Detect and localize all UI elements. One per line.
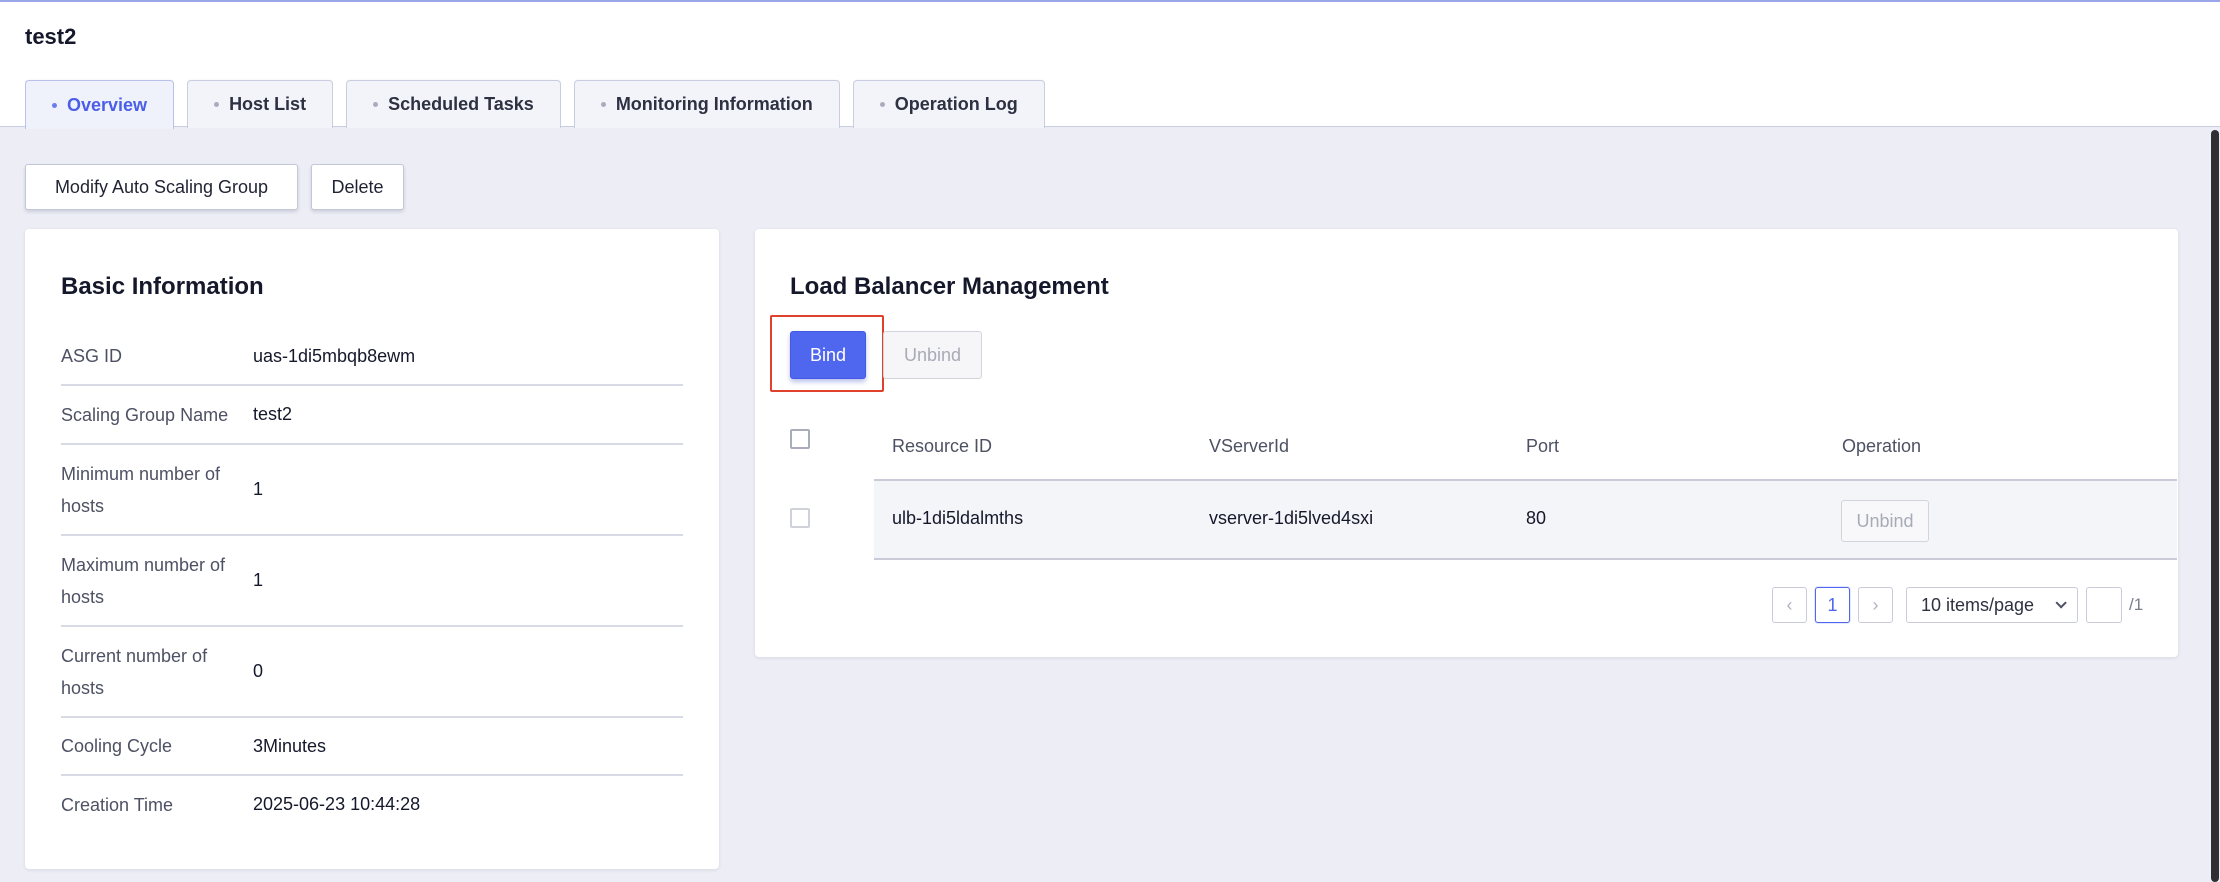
chevron-left-icon[interactable]: ‹ (1772, 587, 1807, 623)
info-list: ASG ID uas-1di5mbqb8ewm Scaling Group Na… (61, 328, 683, 833)
info-row-asg-id: ASG ID uas-1di5mbqb8ewm (61, 328, 683, 386)
column-header-port: Port (1526, 436, 1560, 456)
info-row-cooling-cycle: Cooling Cycle 3Minutes (61, 718, 683, 776)
dot-icon (214, 102, 220, 107)
info-label: Current number of hosts (61, 645, 208, 698)
load-balancer-card: Load Balancer Management Bind Unbind Res… (755, 229, 2178, 657)
table-row: ulb-1di5ldalmths vserver-1di5lved4sxi 80… (874, 479, 2177, 560)
info-label: Maximum number of hosts (61, 554, 226, 607)
scrollbar-thumb[interactable] (2211, 130, 2219, 882)
dot-icon (373, 102, 379, 107)
chevron-down-icon (2055, 597, 2067, 609)
cell-port: 80 (1526, 508, 1547, 528)
row-unbind-button[interactable]: Unbind (1841, 500, 1929, 542)
tab-label: Host List (229, 94, 307, 114)
column-header-resource-id: Resource ID (892, 436, 993, 456)
info-row-min-hosts: Minimum number of hosts 1 (61, 445, 683, 536)
tab-operation-log[interactable]: Operation Log (852, 80, 1045, 128)
action-toolbar: Modify Auto Scaling Group Delete (25, 164, 417, 210)
tab-bar: Overview Host List Scheduled Tasks Monit… (25, 80, 1058, 129)
tab-label: Operation Log (894, 94, 1018, 114)
page-size-select[interactable]: 10 items/page (1906, 587, 2078, 623)
dot-icon (600, 102, 606, 107)
select-all-checkbox[interactable] (790, 429, 810, 449)
dot-icon (52, 102, 57, 108)
tab-label: Monitoring Information (615, 94, 813, 114)
info-value: 1 (253, 479, 264, 499)
card-title: Load Balancer Management (790, 273, 1109, 300)
page-total: /1 (2129, 595, 2144, 614)
tab-label: Overview (67, 94, 148, 115)
info-label: Cooling Cycle (61, 736, 173, 756)
info-value: uas-1di5mbqb8ewm (253, 345, 416, 366)
column-header-vserver-id: VServerId (1209, 436, 1290, 456)
modify-auto-scaling-group-button[interactable]: Modify Auto Scaling Group (25, 164, 298, 210)
info-label: Scaling Group Name (61, 404, 229, 425)
row-checkbox[interactable] (790, 508, 810, 528)
chevron-right-icon[interactable]: › (1858, 587, 1893, 623)
tab-monitoring-information[interactable]: Monitoring Information (573, 80, 840, 128)
info-label: Minimum number of hosts (61, 463, 221, 516)
delete-button[interactable]: Delete (311, 164, 404, 210)
dot-icon (879, 102, 885, 107)
card-title: Basic Information (61, 273, 264, 300)
page-title: test2 (25, 24, 77, 49)
pagination: ‹ 1 › 10 items/page /1 (1772, 587, 2143, 623)
info-value: 0 (253, 661, 264, 681)
info-row-current-hosts: Current number of hosts 0 (61, 627, 683, 718)
page-jump-input[interactable] (2086, 587, 2122, 623)
page-size-value: 10 items/page (1921, 594, 2035, 615)
info-row-max-hosts: Maximum number of hosts 1 (61, 536, 683, 627)
page-header: test2 Overview Host List Scheduled Tasks… (0, 2, 2220, 129)
tab-host-list[interactable]: Host List (187, 80, 334, 128)
column-header-operation: Operation (1842, 436, 1922, 456)
tab-scheduled-tasks[interactable]: Scheduled Tasks (346, 80, 561, 128)
info-value: 2025-06-23 10:44:28 (253, 794, 421, 814)
bind-button[interactable]: Bind (790, 331, 866, 379)
tab-label: Scheduled Tasks (388, 94, 534, 114)
cell-vserver-id: vserver-1di5lved4sxi (1209, 508, 1374, 528)
basic-information-card: Basic Information ASG ID uas-1di5mbqb8ew… (25, 229, 719, 869)
info-value: test2 (253, 404, 293, 424)
page-number-current[interactable]: 1 (1815, 587, 1850, 623)
cell-resource-id: ulb-1di5ldalmths (892, 508, 1024, 528)
info-row-scaling-group-name: Scaling Group Name test2 (61, 386, 683, 445)
info-value: 1 (253, 570, 264, 590)
load-balancer-table: Resource ID VServerId Port Operation ulb… (790, 413, 2177, 560)
tab-overview[interactable]: Overview (25, 80, 175, 129)
info-label: ASG ID (61, 346, 123, 366)
info-value: 3Minutes (253, 735, 327, 756)
info-label: Creation Time (61, 794, 174, 815)
info-row-creation-time: Creation Time 2025-06-23 10:44:28 (61, 776, 683, 833)
table-header: Resource ID VServerId Port Operation (790, 413, 2177, 479)
unbind-button[interactable]: Unbind (883, 331, 982, 379)
